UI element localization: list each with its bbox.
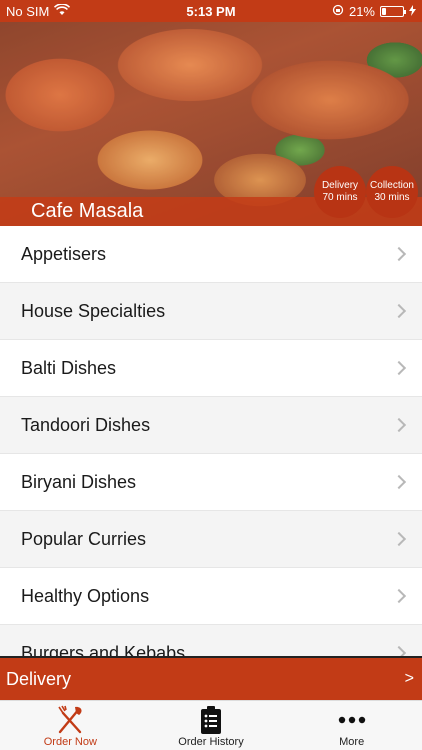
wifi-icon (54, 2, 71, 19)
chevron-right-icon (391, 588, 407, 604)
bottom-tab-bar: Order Now Order History More (0, 700, 422, 750)
menu-item-balti-dishes[interactable]: Balti Dishes (0, 340, 422, 397)
battery-percent: 21% (348, 3, 375, 19)
fork-knife-icon (53, 704, 87, 736)
menu-item-label: Popular Curries (21, 528, 147, 549)
delivery-mode-label: Delivery (6, 668, 72, 689)
menu-item-popular-curries[interactable]: Popular Curries (0, 511, 422, 568)
menu-item-house-specialties[interactable]: House Specialties (0, 283, 422, 340)
collection-badge-title: Collection (370, 180, 414, 191)
delivery-mode-bar[interactable]: Delivery > (0, 656, 422, 700)
menu-item-biryani-dishes[interactable]: Biryani Dishes (0, 454, 422, 511)
menu-item-label: House Specialties (21, 300, 166, 321)
menu-item-label: Burgers and Kebabs (21, 642, 186, 657)
menu-category-list[interactable]: Appetisers House Specialties Balti Dishe… (0, 226, 422, 656)
tab-label: Order Now (43, 736, 97, 748)
clock: 5:13 PM (186, 3, 236, 19)
menu-item-label: Tandoori Dishes (21, 414, 151, 435)
delivery-arrow-icon: > (404, 670, 414, 687)
clipboard-list-icon (200, 704, 222, 736)
collection-time-badge: Collection 30 mins (366, 166, 418, 218)
charging-icon (409, 4, 416, 19)
more-dots-icon (338, 704, 366, 736)
chevron-right-icon (391, 474, 407, 490)
menu-item-appetisers[interactable]: Appetisers (0, 226, 422, 283)
collection-badge-time: 30 mins (374, 192, 410, 203)
menu-item-healthy-options[interactable]: Healthy Options (0, 568, 422, 625)
battery-fill (382, 7, 387, 15)
menu-item-label: Biryani Dishes (21, 471, 137, 492)
tab-order-now[interactable]: Order Now (0, 701, 141, 750)
menu-item-tandoori-dishes[interactable]: Tandoori Dishes (0, 397, 422, 454)
chevron-right-icon (391, 246, 407, 262)
menu-item-label: Balti Dishes (21, 357, 117, 378)
battery-icon (380, 5, 406, 17)
status-left: No SIM (6, 2, 156, 19)
tab-label: More (339, 736, 365, 748)
status-bar: No SIM 5:13 PM 21% (0, 0, 422, 22)
chevron-right-icon (391, 303, 407, 319)
chevron-right-icon (391, 417, 407, 433)
status-right: 21% (266, 4, 416, 19)
tab-order-history[interactable]: Order History (141, 701, 282, 750)
menu-item-label: Appetisers (21, 243, 107, 264)
delivery-badge-time: 70 mins (322, 192, 358, 203)
chevron-right-icon (391, 531, 407, 547)
menu-item-burgers-and-kebabs[interactable]: Burgers and Kebabs (0, 625, 422, 656)
chevron-right-icon (391, 360, 407, 376)
delivery-time-badge: Delivery 70 mins (314, 166, 366, 218)
chevron-right-icon (391, 645, 407, 656)
delivery-badge-title: Delivery (321, 180, 359, 191)
rotation-lock-icon (332, 4, 344, 19)
tab-label: Order History (178, 736, 244, 748)
restaurant-name: Cafe Masala (31, 200, 144, 222)
carrier-label: No SIM (6, 3, 50, 19)
tab-more[interactable]: More (281, 701, 422, 750)
menu-item-label: Healthy Options (21, 585, 150, 606)
